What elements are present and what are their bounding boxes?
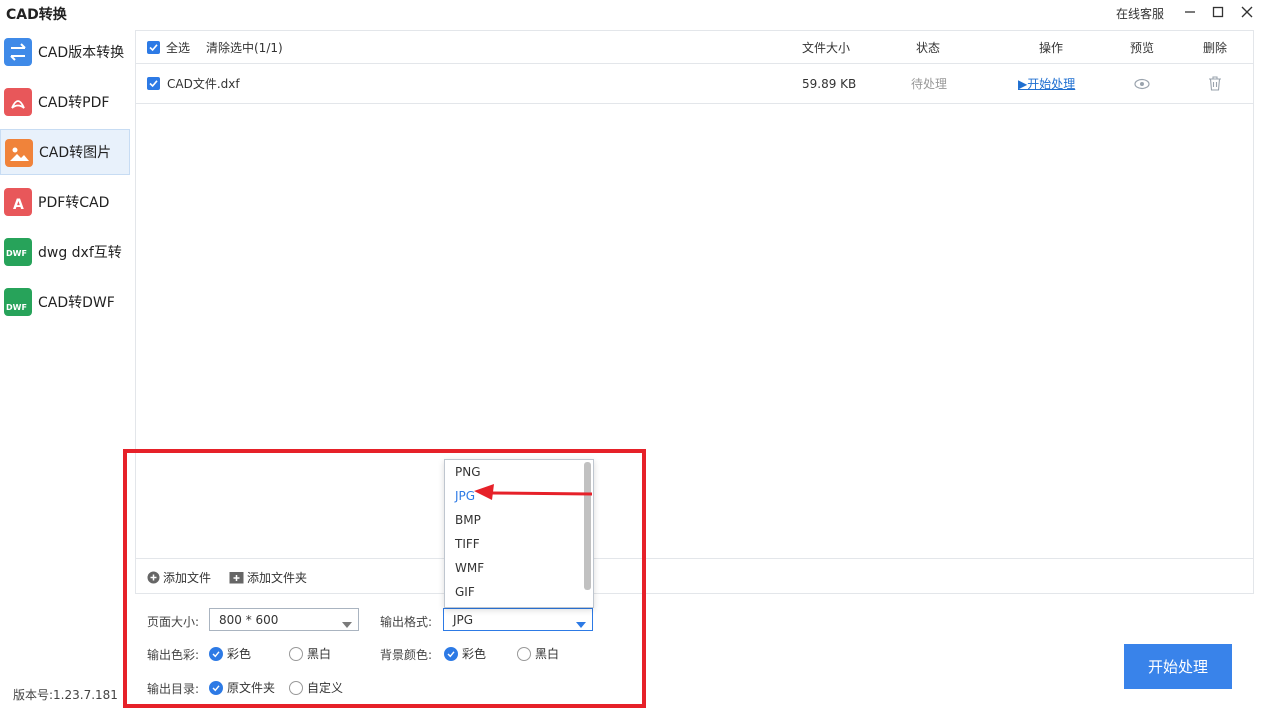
radio-label: 黑白	[307, 647, 332, 661]
table-row: CAD文件.dxf 59.89 KB 待处理 ▶开始处理	[136, 64, 1253, 104]
sidebar-item-dwg-dxf[interactable]: DWF dwg dxf互转	[0, 229, 130, 275]
table-header: 全选 清除选中(1/1) 文件大小 状态 操作 预览 删除	[136, 31, 1253, 64]
eye-icon[interactable]	[1134, 64, 1150, 103]
online-support-link[interactable]: 在线客服	[1116, 5, 1164, 22]
add-folder-label: 添加文件夹	[247, 570, 308, 585]
sidebar-item-cad-version[interactable]: CAD版本转换	[0, 29, 130, 75]
chevron-down-icon	[576, 617, 586, 631]
app-title: CAD转换	[6, 7, 67, 23]
start-process-button[interactable]: 开始处理	[1124, 644, 1232, 689]
app-window: CAD转换 在线客服 CAD版本转换 CAD转PDF CAD转图片 A PDF转…	[0, 0, 1265, 709]
page-size-select[interactable]: 800 * 600	[209, 608, 359, 631]
file-status: 待处理	[911, 77, 948, 91]
image-icon	[5, 139, 33, 167]
output-format-value: JPG	[453, 612, 474, 627]
svg-text:DWF: DWF	[6, 303, 27, 312]
clear-selected-link[interactable]: 清除选中(1/1)	[206, 31, 283, 63]
sidebar-item-label: CAD转PDF	[38, 95, 110, 111]
add-folder-button[interactable]: 添加文件夹	[229, 568, 307, 586]
folder-plus-icon	[229, 571, 244, 584]
output-color-bw-radio[interactable]: 黑白	[289, 645, 331, 662]
page-size-value: 800 * 600	[219, 612, 279, 627]
swap-icon	[4, 38, 32, 66]
output-dir-custom-radio[interactable]: 自定义	[289, 679, 343, 696]
format-dropdown-list: PNG JPG BMP TIFF WMF GIF	[444, 459, 594, 608]
format-option-png[interactable]: PNG	[455, 465, 481, 479]
sidebar-item-label: PDF转CAD	[38, 195, 110, 211]
sidebar: CAD版本转换 CAD转PDF CAD转图片 A PDF转CAD DWF dwg…	[0, 26, 130, 709]
output-format-select[interactable]: JPG	[443, 608, 593, 631]
dropdown-scrollbar[interactable]	[584, 462, 591, 590]
format-option-wmf[interactable]: WMF	[455, 561, 484, 575]
radio-label: 彩色	[462, 647, 487, 661]
sidebar-item-label: dwg dxf互转	[38, 245, 122, 261]
column-size: 文件大小	[802, 40, 851, 55]
radio-unchecked-icon	[517, 646, 531, 661]
output-color-color-radio[interactable]: 彩色	[209, 645, 251, 662]
background-color-bw-radio[interactable]: 黑白	[517, 645, 559, 662]
sidebar-item-label: CAD转DWF	[38, 295, 115, 311]
page-size-label: 页面大小:	[147, 615, 200, 629]
trash-icon[interactable]	[1208, 64, 1222, 103]
radio-checked-icon	[209, 680, 223, 695]
dwf-convert-icon: DWF	[4, 238, 32, 266]
sidebar-item-cad-to-pdf[interactable]: CAD转PDF	[0, 79, 130, 125]
check-icon	[147, 40, 160, 54]
column-status: 状态	[916, 40, 941, 55]
annotation-arrow-icon	[474, 484, 593, 500]
sidebar-item-cad-to-image[interactable]: CAD转图片	[0, 129, 130, 175]
svg-text:DWF: DWF	[6, 249, 27, 258]
title-bar: CAD转换 在线客服	[0, 0, 1265, 26]
version-label: 版本号:1.23.7.181	[13, 688, 118, 702]
column-delete: 删除	[1203, 40, 1228, 55]
chevron-down-icon	[342, 617, 352, 631]
background-color-color-radio[interactable]: 彩色	[444, 645, 486, 662]
pdf-icon	[4, 88, 32, 116]
sidebar-item-label: CAD版本转换	[38, 45, 125, 61]
select-all-label: 全选	[166, 40, 191, 55]
maximize-icon[interactable]	[1208, 3, 1228, 21]
pdf-to-cad-icon: A	[4, 188, 32, 216]
sidebar-item-cad-to-dwf[interactable]: DWF CAD转DWF	[0, 279, 130, 325]
background-color-label: 背景颜色:	[380, 648, 433, 662]
output-format-label: 输出格式:	[380, 615, 433, 629]
format-option-tiff[interactable]: TIFF	[455, 537, 480, 551]
minimize-icon[interactable]	[1180, 3, 1200, 21]
radio-label: 彩色	[227, 647, 252, 661]
radio-checked-icon	[444, 646, 458, 661]
output-color-label: 输出色彩:	[147, 648, 200, 662]
radio-label: 黑白	[535, 647, 560, 661]
file-size: 59.89 KB	[802, 76, 857, 91]
divider	[136, 558, 1253, 559]
select-all-checkbox[interactable]: 全选	[147, 31, 190, 63]
close-icon[interactable]	[1237, 3, 1257, 21]
output-dir-label: 输出目录:	[147, 682, 200, 696]
add-file-button[interactable]: 添加文件	[147, 568, 211, 586]
radio-label: 自定义	[307, 681, 344, 695]
check-icon	[147, 77, 160, 90]
radio-unchecked-icon	[289, 646, 303, 661]
row-checkbox[interactable]: CAD文件.dxf	[147, 64, 240, 103]
file-table: 全选 清除选中(1/1) 文件大小 状态 操作 预览 删除 CAD文件.dxf …	[135, 30, 1254, 594]
radio-checked-icon	[209, 646, 223, 661]
radio-unchecked-icon	[289, 680, 303, 695]
file-name: CAD文件.dxf	[167, 77, 240, 91]
format-option-gif[interactable]: GIF	[455, 585, 475, 599]
sidebar-item-pdf-to-cad[interactable]: A PDF转CAD	[0, 179, 130, 225]
plus-circle-icon	[147, 571, 160, 584]
sidebar-item-label: CAD转图片	[39, 145, 112, 161]
dwf-icon: DWF	[4, 288, 32, 316]
format-option-bmp[interactable]: BMP	[455, 513, 481, 527]
start-process-link[interactable]: ▶开始处理	[1018, 64, 1075, 103]
column-preview: 预览	[1130, 40, 1155, 55]
radio-label: 原文件夹	[227, 681, 276, 695]
column-action: 操作	[1039, 40, 1064, 55]
svg-text:A: A	[13, 197, 24, 213]
output-dir-original-radio[interactable]: 原文件夹	[209, 679, 275, 696]
add-file-label: 添加文件	[163, 570, 212, 585]
